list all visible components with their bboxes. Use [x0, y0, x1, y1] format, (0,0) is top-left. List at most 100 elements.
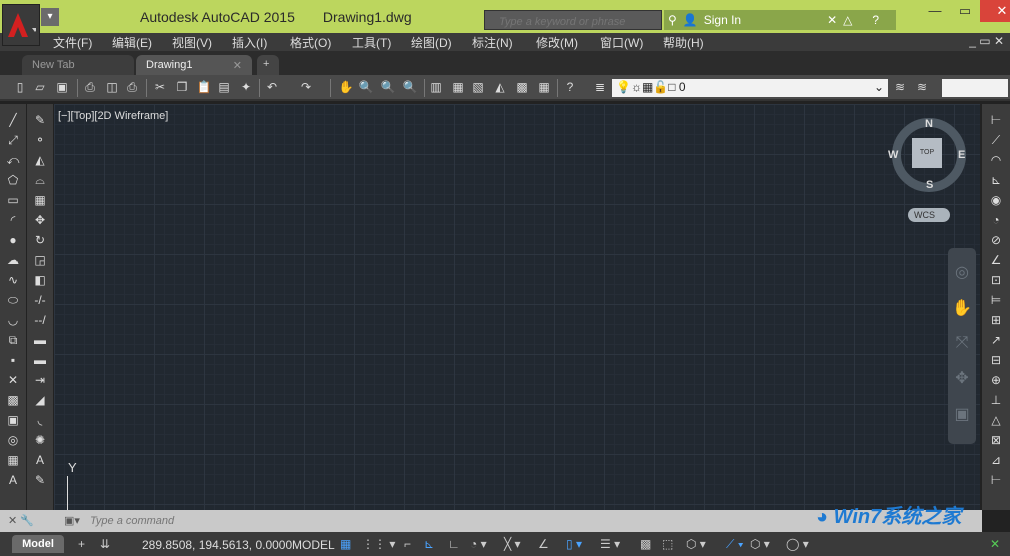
tolerance-icon[interactable]: ⊟ — [988, 352, 1004, 368]
menu-view[interactable]: 视图(V) — [172, 34, 212, 51]
continue-icon[interactable]: ⊞ — [988, 312, 1004, 328]
showmotion-icon[interactable]: ▣ — [954, 404, 969, 424]
open-icon[interactable]: ▱ — [32, 79, 48, 95]
ortho-icon[interactable]: ∟ — [448, 537, 460, 551]
scale-icon[interactable]: ◲ — [32, 252, 48, 268]
layouts-menu-icon[interactable]: ⇊ — [100, 537, 110, 551]
grid-icon[interactable]: ▦ — [340, 537, 351, 551]
properties-input[interactable] — [942, 79, 1008, 97]
circle-icon[interactable]: ● — [5, 232, 21, 248]
document-window-controls[interactable]: _ ▭ ✕ — [969, 34, 1004, 48]
tab-drawing1[interactable]: Drawing1 ✕ — [136, 55, 252, 75]
stretch-icon[interactable]: ◧ — [32, 272, 48, 288]
center-mark-icon[interactable]: ⊕ — [988, 372, 1004, 388]
calculator-icon[interactable]: ▦ — [536, 79, 552, 95]
zoom-realtime-icon[interactable]: 🔍 — [358, 79, 374, 95]
zoom-previous-icon[interactable]: 🔍 — [402, 79, 418, 95]
pan-icon[interactable]: ✋ — [338, 79, 354, 95]
dim-edit-icon[interactable]: ⊿ — [988, 452, 1004, 468]
break-icon[interactable]: ▬ — [32, 352, 48, 368]
arc-length-icon[interactable]: ◠ — [988, 152, 1004, 168]
zoom-window-icon[interactable]: 🔍 — [380, 79, 396, 95]
redo-icon[interactable]: ↷ — [298, 79, 314, 95]
quick-dimension-icon[interactable]: ⊡ — [988, 272, 1004, 288]
make-current-icon[interactable]: ≋ — [892, 79, 908, 95]
tool-palettes-icon[interactable]: ▧ — [470, 79, 486, 95]
dim-break-icon[interactable]: △ — [988, 412, 1004, 428]
close-button[interactable]: ✕ — [980, 0, 1010, 22]
move-icon[interactable]: ✥ — [32, 212, 48, 228]
gizmo-icon[interactable]: ⬡ ▾ — [750, 537, 770, 551]
copy-icon[interactable]: ❐ — [174, 79, 190, 95]
menu-edit[interactable]: 编辑(E) — [112, 34, 152, 51]
minimize-button[interactable]: — — [920, 0, 950, 22]
help-icon[interactable]: ? — [872, 13, 879, 27]
help-toolbar-icon[interactable]: ? — [562, 79, 578, 95]
model-tab[interactable]: Model — [12, 535, 64, 553]
properties-icon[interactable]: ▥ — [428, 79, 444, 95]
annotation-icon[interactable]: ⬡ ▾ — [686, 537, 706, 551]
break-at-point-icon[interactable]: ▬ — [32, 332, 48, 348]
multiline-text-icon[interactable]: A — [5, 472, 21, 488]
drawing-canvas[interactable]: [−][Top][2D Wireframe] TOP N S E W WCS ◎… — [54, 104, 980, 527]
point-icon[interactable]: ✕ — [5, 372, 21, 388]
copy-object-icon[interactable]: ⚬ — [32, 132, 48, 148]
viewcube-top-face[interactable]: TOP — [912, 138, 942, 168]
block-editor-icon[interactable]: ✦ — [238, 79, 254, 95]
match-properties-icon[interactable]: ▤ — [216, 79, 232, 95]
rotate-icon[interactable]: ↻ — [32, 232, 48, 248]
ellipse-arc-icon[interactable]: ◡ — [5, 312, 21, 328]
insert-block-icon[interactable]: ⧉ — [5, 332, 21, 348]
rectangle-icon[interactable]: ▭ — [5, 192, 21, 208]
model-space-button[interactable]: MODEL — [292, 538, 335, 552]
new-icon[interactable]: ▯ — [12, 79, 28, 95]
3d-osnap-icon[interactable]: ⬚ — [662, 537, 673, 551]
save-icon[interactable]: ▣ — [54, 79, 70, 95]
text-style-icon[interactable]: A — [32, 452, 48, 468]
compass-west[interactable]: W — [888, 149, 898, 161]
menu-window[interactable]: 窗口(W) — [600, 34, 643, 51]
chamfer-icon[interactable]: ◢ — [32, 392, 48, 408]
object-snap-icon[interactable]: ∠ — [538, 537, 549, 551]
plot-preview-icon[interactable]: ◫ — [104, 79, 120, 95]
plot-icon[interactable]: ⎙ — [82, 79, 98, 95]
inspection-icon[interactable]: ⊠ — [988, 432, 1004, 448]
object-snap-tracking-icon[interactable]: ╳ ▾ — [504, 537, 521, 551]
edit-icon[interactable]: ✎ — [32, 472, 48, 488]
dim-update-icon[interactable]: ⊢ — [988, 472, 1004, 488]
lock-icon[interactable]: 🔓 — [653, 80, 668, 94]
zoom-extents-icon[interactable]: ⤧ — [956, 334, 969, 352]
layer-previous-icon[interactable]: ≋ — [914, 79, 930, 95]
isolate-icon[interactable]: ◯ ▾ — [786, 537, 809, 551]
sign-in-button[interactable]: Sign In — [704, 13, 741, 27]
exchange-icon[interactable]: ✕ — [827, 13, 837, 27]
join-icon[interactable]: ⇥ — [32, 372, 48, 388]
tab-new-tab[interactable]: New Tab — [22, 55, 134, 75]
layer-dropdown[interactable]: 💡☼▦🔓□ 0 ⌄ — [612, 79, 888, 97]
linear-dimension-icon[interactable]: ⊢ — [988, 112, 1004, 128]
snap-icon[interactable]: ⋮⋮ ▾ — [362, 537, 395, 551]
viewcube[interactable]: TOP N S E W — [888, 118, 966, 192]
customization-icon[interactable]: ✕ — [990, 537, 1000, 551]
polygon-icon[interactable]: ⬠ — [5, 172, 21, 188]
menu-file[interactable]: 文件(F) — [53, 34, 92, 51]
quick-access-dropdown[interactable]: ▾ — [41, 8, 59, 26]
aligned-dimension-icon[interactable]: ⟋ — [988, 132, 1004, 148]
close-tab-icon[interactable]: ✕ — [233, 59, 242, 72]
undo-icon[interactable]: ↶ — [264, 79, 280, 95]
cut-icon[interactable]: ✂ — [152, 79, 168, 95]
revision-cloud-icon[interactable]: ☁ — [5, 252, 21, 268]
ucs-dynamic-icon[interactable]: ⟋ ▾ — [726, 537, 744, 552]
freeze-icon[interactable]: ▦ — [642, 80, 653, 94]
autodesk360-icon[interactable]: △ — [843, 13, 852, 27]
jogged-icon[interactable]: ◔ — [988, 212, 1004, 228]
binoculars-icon[interactable]: ⚲ — [668, 13, 677, 27]
pan-nav-icon[interactable]: ✋ — [952, 298, 972, 318]
polyline-icon[interactable]: ⤺ — [5, 152, 21, 168]
array-icon[interactable]: ▦ — [32, 192, 48, 208]
radius-icon[interactable]: ◉ — [988, 192, 1004, 208]
steering-wheel-icon[interactable]: ◎ — [955, 262, 969, 282]
explode-icon[interactable]: ✺ — [32, 432, 48, 448]
menu-modify[interactable]: 修改(M) — [536, 34, 578, 51]
extend-icon[interactable]: --/ — [32, 312, 48, 328]
